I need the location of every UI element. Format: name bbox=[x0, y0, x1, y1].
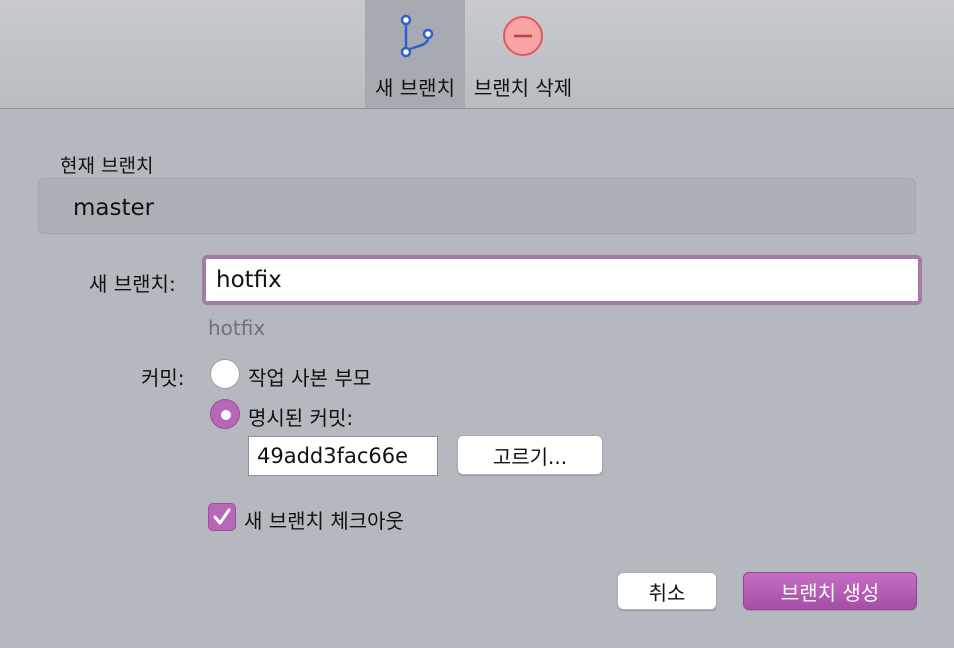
checkout-checkbox[interactable] bbox=[208, 503, 236, 531]
delete-branch-tab-label: 브랜치 삭제 bbox=[473, 76, 573, 100]
delete-branch-tab[interactable]: 브랜치 삭제 bbox=[473, 0, 573, 108]
new-branch-tab-label: 새 브랜치 bbox=[375, 76, 455, 100]
cancel-button[interactable]: 취소 bbox=[617, 572, 717, 610]
current-branch-box: master bbox=[38, 178, 916, 234]
radio-specified-commit[interactable] bbox=[210, 399, 240, 429]
new-branch-label: 새 브랜치: bbox=[89, 272, 176, 296]
choose-commit-button[interactable]: 고르기... bbox=[457, 435, 603, 475]
commit-label: 커밋: bbox=[141, 366, 185, 390]
commit-sha-input[interactable] bbox=[248, 436, 438, 476]
radio-working-copy-parent[interactable] bbox=[210, 359, 240, 389]
new-branch-tab[interactable]: 새 브랜치 bbox=[365, 0, 465, 108]
delete-circle-icon bbox=[503, 16, 543, 56]
radio-specified-commit-label[interactable]: 명시된 커밋: bbox=[248, 402, 353, 431]
checkmark-icon bbox=[213, 508, 231, 525]
radio-working-copy-parent-label[interactable]: 작업 사본 부모 bbox=[248, 362, 371, 391]
current-branch-value: master bbox=[73, 195, 155, 221]
new-branch-input[interactable] bbox=[202, 255, 922, 305]
create-branch-button[interactable]: 브랜치 생성 bbox=[743, 572, 917, 610]
branch-name-hint: hotfix bbox=[208, 316, 266, 340]
branch-icon bbox=[400, 14, 434, 58]
toolbar: 새 브랜치 브랜치 삭제 bbox=[0, 0, 954, 109]
current-branch-label: 현재 브랜치 bbox=[60, 155, 154, 177]
checkout-checkbox-label[interactable]: 새 브랜치 체크아웃 bbox=[244, 505, 404, 534]
